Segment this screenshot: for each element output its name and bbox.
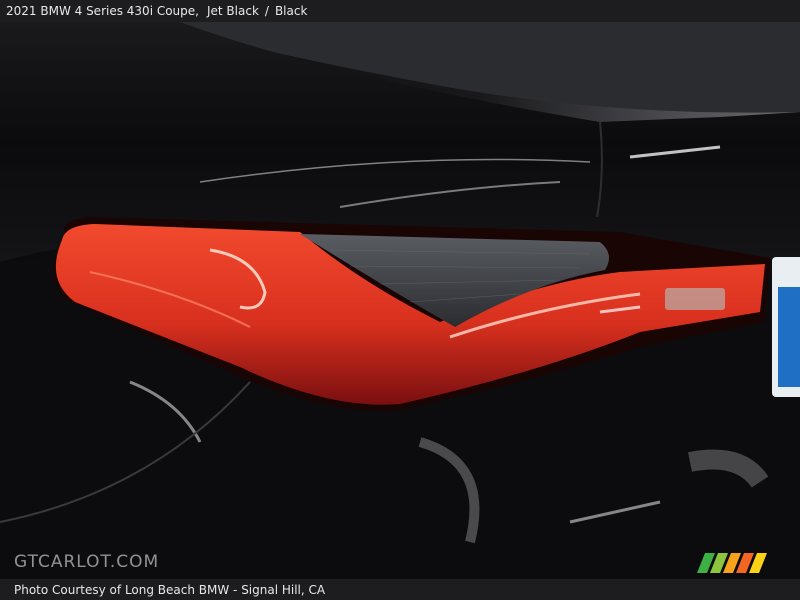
brand-stripes-logo <box>697 553 767 573</box>
reverse-lamp <box>665 288 725 310</box>
color-separator: / <box>264 4 269 18</box>
license-plate-frame <box>778 287 800 387</box>
exterior-color: Jet Black <box>206 4 259 18</box>
photo-credit: Photo Courtesy of Long Beach BMW - Signa… <box>14 582 326 597</box>
photo-credit-bar: Photo Courtesy of Long Beach BMW - Signa… <box>0 579 800 600</box>
car-photo <box>0 22 800 579</box>
tail-light-illustration <box>0 22 800 579</box>
vehicle-name: 2021 BMW 4 Series 430i Coupe, <box>6 4 199 18</box>
watermark-logo: GTCARLOT.COM <box>14 552 160 572</box>
interior-color: Black <box>274 4 308 18</box>
title-bar: 2021 BMW 4 Series 430i Coupe, Jet Black … <box>0 0 800 22</box>
